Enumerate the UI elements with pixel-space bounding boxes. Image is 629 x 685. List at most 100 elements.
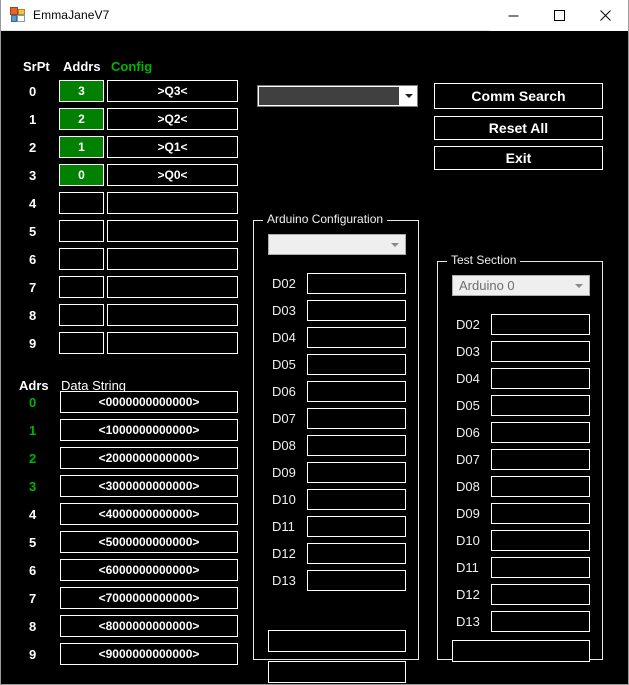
port-select-value bbox=[259, 87, 399, 105]
arduino-config-pin-field-D09[interactable] bbox=[307, 462, 406, 483]
arduino-configuration-group: Arduino Configuration D02 D03 D04 D05 D06 D07… bbox=[253, 212, 419, 683]
test-section-pin-label-D07: D07 bbox=[456, 452, 480, 467]
test-board-value: Arduino 0 bbox=[459, 278, 515, 293]
data-string-field-5[interactable]: <5000000000000> bbox=[60, 531, 238, 553]
data-string-field-1[interactable]: <1000000000000> bbox=[60, 419, 238, 441]
arduino-config-pin-label-D07: D07 bbox=[272, 411, 296, 426]
test-section-pin-field-D12[interactable] bbox=[491, 584, 590, 605]
arduino-config-pin-field-D07[interactable] bbox=[307, 408, 406, 429]
config-field-5[interactable] bbox=[107, 220, 238, 242]
arduino-config-pin-label-D12: D12 bbox=[272, 546, 296, 561]
addr-field-0[interactable]: 3 bbox=[59, 80, 104, 102]
adrs-index-2: 2 bbox=[29, 451, 37, 466]
reset-all-button[interactable]: Reset All bbox=[434, 116, 603, 140]
srpt-index-9: 9 bbox=[29, 336, 37, 351]
addr-field-8[interactable] bbox=[59, 304, 104, 326]
addr-field-4[interactable] bbox=[59, 192, 104, 214]
adrs-index-1: 1 bbox=[29, 423, 37, 438]
maximize-button[interactable] bbox=[536, 0, 582, 31]
arduino-config-pin-label-D05: D05 bbox=[272, 357, 296, 372]
test-section-pin-field-D06[interactable] bbox=[491, 422, 590, 443]
data-string-field-0[interactable]: <0000000000000> bbox=[60, 391, 238, 413]
config-field-0[interactable]: >Q3< bbox=[107, 80, 238, 102]
arduino-config-pin-field-D03[interactable] bbox=[307, 300, 406, 321]
config-field-6[interactable] bbox=[107, 248, 238, 270]
test-section-pin-label-D06: D06 bbox=[456, 425, 480, 440]
srpt-index-5: 5 bbox=[29, 224, 37, 239]
adrs-index-0: 0 bbox=[29, 395, 37, 410]
arduino-config-extra-field-1[interactable] bbox=[268, 630, 406, 652]
chevron-down-icon bbox=[575, 283, 583, 288]
test-section-pin-field-D11[interactable] bbox=[491, 557, 590, 578]
adrs-index-6: 6 bbox=[29, 563, 37, 578]
test-section-pin-label-D13: D13 bbox=[456, 614, 480, 629]
exit-button[interactable]: Exit bbox=[434, 146, 603, 170]
test-section-pin-field-D08[interactable] bbox=[491, 476, 590, 497]
config-field-8[interactable] bbox=[107, 304, 238, 326]
close-button[interactable] bbox=[582, 0, 628, 31]
data-string-field-2[interactable]: <2000000000000> bbox=[60, 447, 238, 469]
addr-field-1[interactable]: 2 bbox=[59, 108, 104, 130]
arduino-config-pin-label-D09: D09 bbox=[272, 465, 296, 480]
column-header-config: Config bbox=[111, 59, 153, 74]
data-string-field-8[interactable]: <8000000000000> bbox=[60, 615, 238, 637]
test-section-group: Test Section Arduino 0 D02 D03 D04 D05 D06 D0… bbox=[437, 253, 603, 662]
arduino-config-pin-field-D12[interactable] bbox=[307, 543, 406, 564]
addr-field-3[interactable]: 0 bbox=[59, 164, 104, 186]
title-bar[interactable]: EmmaJaneV7 bbox=[1, 0, 628, 31]
arduino-config-pin-label-D02: D02 bbox=[272, 276, 296, 291]
config-field-9[interactable] bbox=[107, 332, 238, 354]
test-section-pin-label-D10: D10 bbox=[456, 533, 480, 548]
test-section-pin-field-D02[interactable] bbox=[491, 314, 590, 335]
test-section-pin-field-D03[interactable] bbox=[491, 341, 590, 362]
config-field-3[interactable]: >Q0< bbox=[107, 164, 238, 186]
test-section-extra-field-1[interactable] bbox=[452, 640, 590, 662]
arduino-config-pin-field-D08[interactable] bbox=[307, 435, 406, 456]
arduino-config-pin-label-D08: D08 bbox=[272, 438, 296, 453]
arduino-config-pin-field-D11[interactable] bbox=[307, 516, 406, 537]
data-string-field-6[interactable]: <6000000000000> bbox=[60, 559, 238, 581]
config-field-7[interactable] bbox=[107, 276, 238, 298]
test-section-pin-field-D10[interactable] bbox=[491, 530, 590, 551]
chevron-down-icon[interactable] bbox=[400, 86, 417, 106]
port-select-combobox[interactable] bbox=[257, 85, 418, 107]
data-string-field-4[interactable]: <4000000000000> bbox=[60, 503, 238, 525]
arduino-config-pin-field-D06[interactable] bbox=[307, 381, 406, 402]
arduino-config-pin-field-D05[interactable] bbox=[307, 354, 406, 375]
test-section-pin-field-D07[interactable] bbox=[491, 449, 590, 470]
arduino-config-pin-field-D02[interactable] bbox=[307, 273, 406, 294]
client-area: SrPt Addrs Config 0 3 >Q3< 1 2 >Q2< 2 1 >Q1< 3 0 >Q… bbox=[1, 31, 628, 684]
test-section-pin-label-D12: D12 bbox=[456, 587, 480, 602]
comm-search-button[interactable]: Comm Search bbox=[434, 83, 603, 109]
arduino-config-pin-field-D10[interactable] bbox=[307, 489, 406, 510]
srpt-index-4: 4 bbox=[29, 196, 37, 211]
arduino-config-pin-field-D04[interactable] bbox=[307, 327, 406, 348]
minimize-button[interactable] bbox=[490, 0, 536, 31]
addr-field-2[interactable]: 1 bbox=[59, 136, 104, 158]
test-section-pin-field-D13[interactable] bbox=[491, 611, 590, 632]
config-field-4[interactable] bbox=[107, 192, 238, 214]
test-board-combobox[interactable]: Arduino 0 bbox=[452, 275, 590, 296]
data-string-field-3[interactable]: <3000000000000> bbox=[60, 475, 238, 497]
config-field-1[interactable]: >Q2< bbox=[107, 108, 238, 130]
addr-field-9[interactable] bbox=[59, 332, 104, 354]
arduino-config-pin-label-D03: D03 bbox=[272, 303, 296, 318]
adrs-index-3: 3 bbox=[29, 479, 37, 494]
test-section-pin-label-D11: D11 bbox=[456, 560, 479, 575]
test-section-pin-label-D09: D09 bbox=[456, 506, 480, 521]
adrs-index-7: 7 bbox=[29, 591, 37, 606]
arduino-config-extra-field-2[interactable] bbox=[268, 661, 406, 683]
addr-field-7[interactable] bbox=[59, 276, 104, 298]
data-string-field-9[interactable]: <9000000000000> bbox=[60, 643, 238, 665]
addr-field-5[interactable] bbox=[59, 220, 104, 242]
config-field-2[interactable]: >Q1< bbox=[107, 136, 238, 158]
test-section-pin-field-D04[interactable] bbox=[491, 368, 590, 389]
arduino-board-combobox[interactable] bbox=[268, 234, 406, 255]
test-section-pin-field-D09[interactable] bbox=[491, 503, 590, 524]
data-string-field-7[interactable]: <7000000000000> bbox=[60, 587, 238, 609]
test-section-title: Test Section bbox=[447, 253, 521, 267]
arduino-config-pin-field-D13[interactable] bbox=[307, 570, 406, 591]
arduino-config-pin-label-D13: D13 bbox=[272, 573, 296, 588]
test-section-pin-field-D05[interactable] bbox=[491, 395, 590, 416]
addr-field-6[interactable] bbox=[59, 248, 104, 270]
